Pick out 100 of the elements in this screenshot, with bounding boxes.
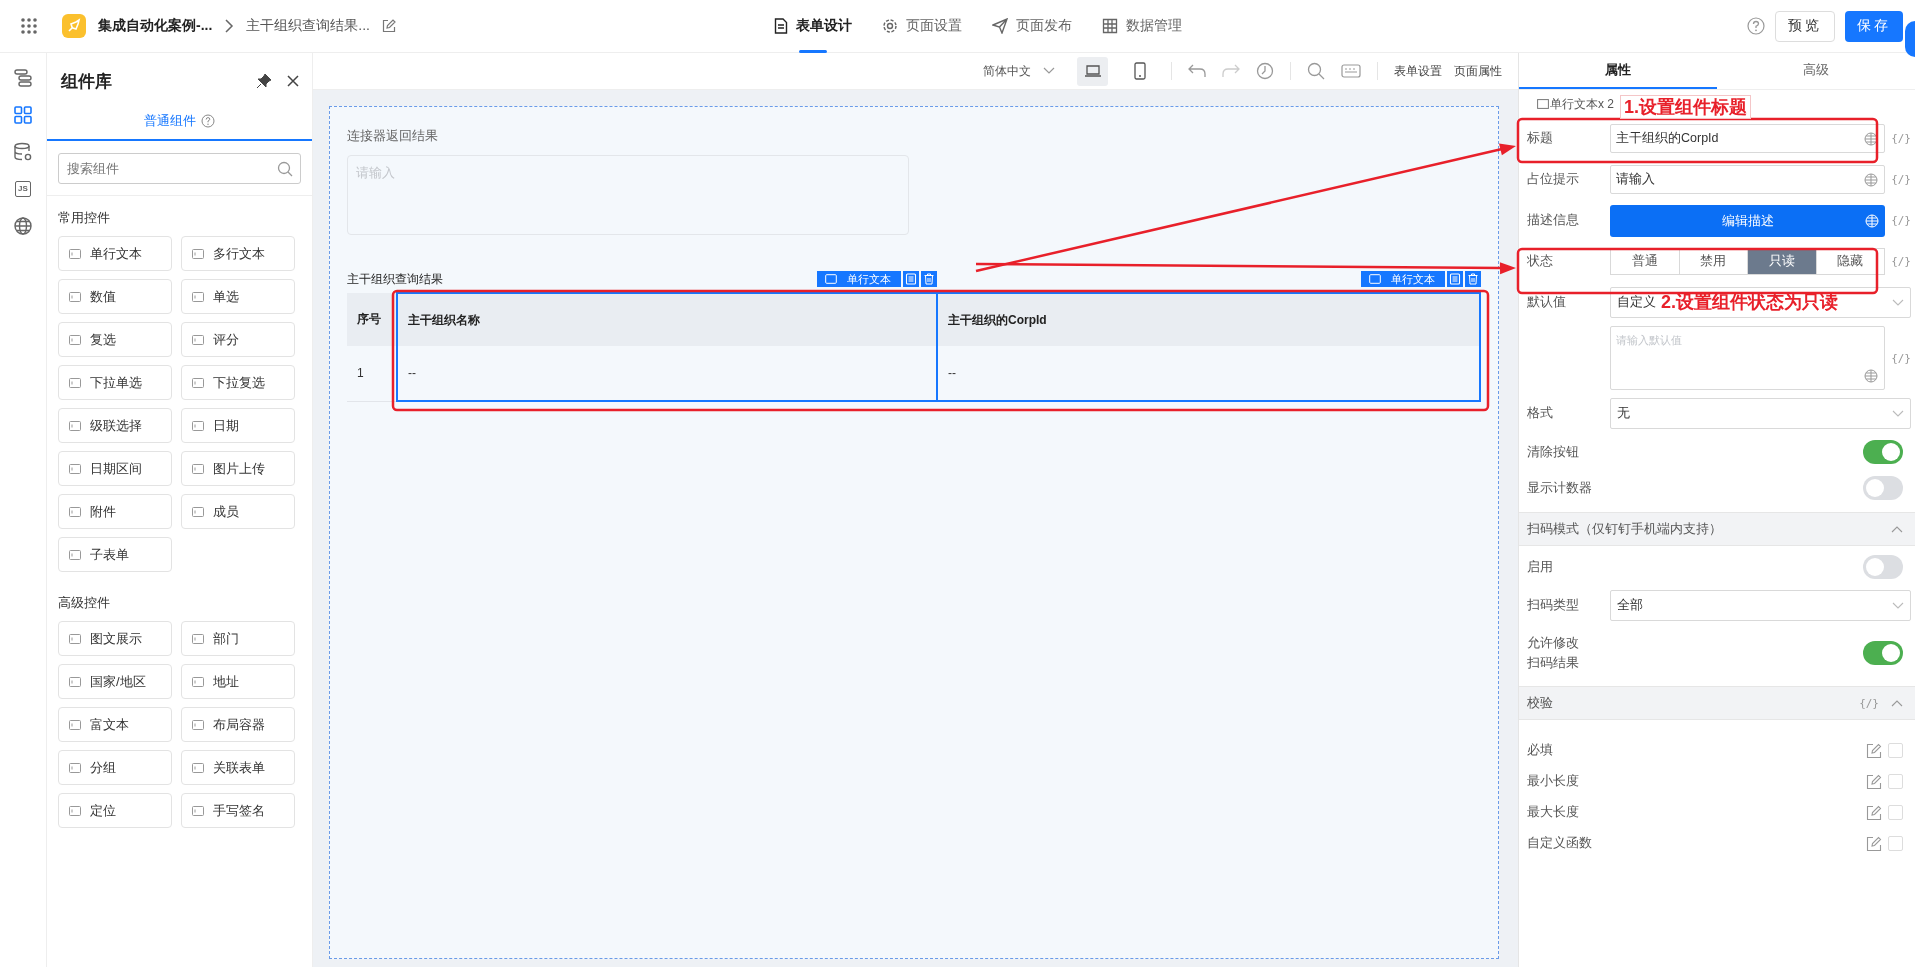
table-cell: -- — [397, 346, 937, 401]
component-item[interactable]: 图片上传 — [181, 451, 295, 486]
scan-type-select[interactable]: 全部 — [1610, 590, 1911, 621]
component-item[interactable]: 下拉复选 — [181, 365, 295, 400]
component-item[interactable]: 评分 — [181, 322, 295, 357]
component-item[interactable]: 复选 — [58, 322, 172, 357]
column-header[interactable]: 主干组织名称 — [397, 293, 937, 346]
desktop-view-button[interactable] — [1077, 56, 1108, 86]
state-option[interactable]: 普通 — [1611, 249, 1680, 274]
help-icon[interactable] — [1747, 17, 1765, 35]
globe-icon[interactable] — [1864, 172, 1879, 187]
edit-icon[interactable] — [1866, 742, 1882, 759]
nav-tab[interactable]: 页面发布 — [988, 0, 1076, 53]
component-item[interactable]: 部门 — [181, 621, 295, 656]
rail-button[interactable] — [12, 141, 34, 163]
component-item[interactable]: 数值 — [58, 279, 172, 314]
toolbar-link[interactable]: 表单设置 — [1394, 62, 1442, 80]
group-title: 高级控件 — [58, 594, 111, 612]
checkbox[interactable] — [1888, 774, 1903, 789]
undo-icon[interactable] — [1188, 64, 1206, 78]
header-button[interactable]: 保存 — [1845, 10, 1903, 42]
checkbox[interactable] — [1888, 836, 1903, 851]
properties-tab[interactable]: 高级 — [1717, 52, 1915, 89]
edit-icon[interactable] — [1866, 773, 1882, 790]
component-item[interactable]: 日期区间 — [58, 451, 172, 486]
component-item[interactable]: 分组 — [58, 750, 172, 785]
checkbox[interactable] — [1888, 805, 1903, 820]
rail-button[interactable] — [12, 215, 34, 237]
component-item[interactable]: 日期 — [181, 408, 295, 443]
component-item[interactable]: 定位 — [58, 793, 172, 828]
column-header[interactable]: 序号 — [347, 293, 397, 346]
format-select[interactable]: 无 — [1610, 398, 1911, 429]
component-item[interactable]: 单行文本 — [58, 236, 172, 271]
assistant-button[interactable] — [1905, 21, 1915, 57]
component-item[interactable]: 布局容器 — [181, 707, 295, 742]
pin-icon[interactable] — [256, 73, 272, 89]
nav-tab[interactable]: 表单设计 — [770, 0, 856, 53]
component-icon — [191, 461, 205, 476]
edit-icon[interactable] — [1866, 804, 1882, 821]
edit-icon[interactable] — [1866, 835, 1882, 852]
keyboard-icon[interactable] — [1341, 64, 1361, 78]
search-icon[interactable] — [277, 161, 293, 177]
component-item[interactable]: 手写签名 — [181, 793, 295, 828]
edit-icon[interactable] — [382, 19, 396, 33]
toolbar-link[interactable]: 页面属性 — [1454, 62, 1502, 80]
component-icon — [68, 461, 82, 476]
help-icon[interactable] — [201, 114, 215, 128]
chevron-down-icon — [1892, 601, 1904, 610]
edit-description-button[interactable]: 编辑描述 — [1610, 204, 1886, 237]
copy-icon[interactable] — [1447, 271, 1463, 287]
rail-button[interactable] — [12, 104, 34, 126]
toggle-switch[interactable] — [1863, 555, 1903, 579]
header-button[interactable]: 预览 — [1775, 10, 1835, 42]
history-icon[interactable] — [1256, 62, 1274, 80]
nav-tab[interactable]: 数据管理 — [1098, 0, 1186, 53]
rail-button[interactable] — [12, 67, 34, 89]
component-icon — [191, 803, 205, 818]
component-chip[interactable]: 单行文本 — [817, 271, 901, 287]
search-icon[interactable] — [1307, 62, 1325, 80]
component-item[interactable]: 图文展示 — [58, 621, 172, 656]
state-option[interactable]: 隐藏 — [1816, 249, 1885, 274]
state-option[interactable]: 只读 — [1748, 249, 1817, 274]
delete-icon[interactable] — [921, 271, 937, 287]
title-input[interactable]: 主干组织的CorpId — [1610, 124, 1886, 153]
component-item[interactable]: 关联表单 — [181, 750, 295, 785]
chevron-down-icon — [1892, 298, 1904, 307]
rail-button[interactable]: JS — [12, 178, 34, 200]
component-item[interactable]: 地址 — [181, 664, 295, 699]
properties-tab[interactable]: 属性 — [1519, 52, 1717, 89]
component-item[interactable]: 子表单 — [58, 537, 172, 572]
component-item[interactable]: 成员 — [181, 494, 295, 529]
checkbox[interactable] — [1888, 743, 1903, 758]
toggle-switch[interactable] — [1863, 641, 1903, 665]
delete-icon[interactable] — [1465, 271, 1481, 287]
toggle-switch[interactable] — [1863, 476, 1903, 500]
globe-icon[interactable] — [1864, 131, 1879, 146]
component-item[interactable]: 下拉单选 — [58, 365, 172, 400]
redo-icon[interactable] — [1222, 64, 1240, 78]
component-item[interactable]: 单选 — [181, 279, 295, 314]
section-header[interactable]: 扫码模式（仅钉钉手机端内支持） — [1519, 512, 1915, 546]
copy-icon[interactable] — [903, 271, 919, 287]
component-chip[interactable]: 单行文本 — [1361, 271, 1445, 287]
column-header[interactable]: 主干组织的CorpId — [937, 293, 1480, 346]
placeholder-input[interactable]: 请输入 — [1610, 165, 1886, 194]
apps-grid-icon[interactable] — [20, 17, 38, 35]
toggle-switch[interactable] — [1863, 440, 1903, 464]
app-name[interactable]: 集成自动化案例-... — [98, 17, 213, 35]
panel-tab[interactable]: 普通组件 — [144, 112, 196, 130]
chevron-up-icon[interactable] — [1891, 699, 1903, 707]
nav-tab[interactable]: 页面设置 — [878, 0, 966, 53]
globe-icon[interactable] — [1864, 369, 1879, 383]
close-icon[interactable] — [286, 74, 300, 88]
property-label: 默认值 — [1527, 294, 1567, 311]
language-select[interactable]: 简体中文 — [983, 62, 1055, 80]
search-field[interactable]: 搜索组件 — [58, 153, 301, 184]
component-item[interactable]: 附件 — [58, 494, 172, 529]
component-item[interactable]: 国家/地区 — [58, 664, 172, 699]
component-item[interactable]: 多行文本 — [181, 236, 295, 271]
component-item[interactable]: 富文本 — [58, 707, 172, 742]
component-item[interactable]: 级联选择 — [58, 408, 172, 443]
